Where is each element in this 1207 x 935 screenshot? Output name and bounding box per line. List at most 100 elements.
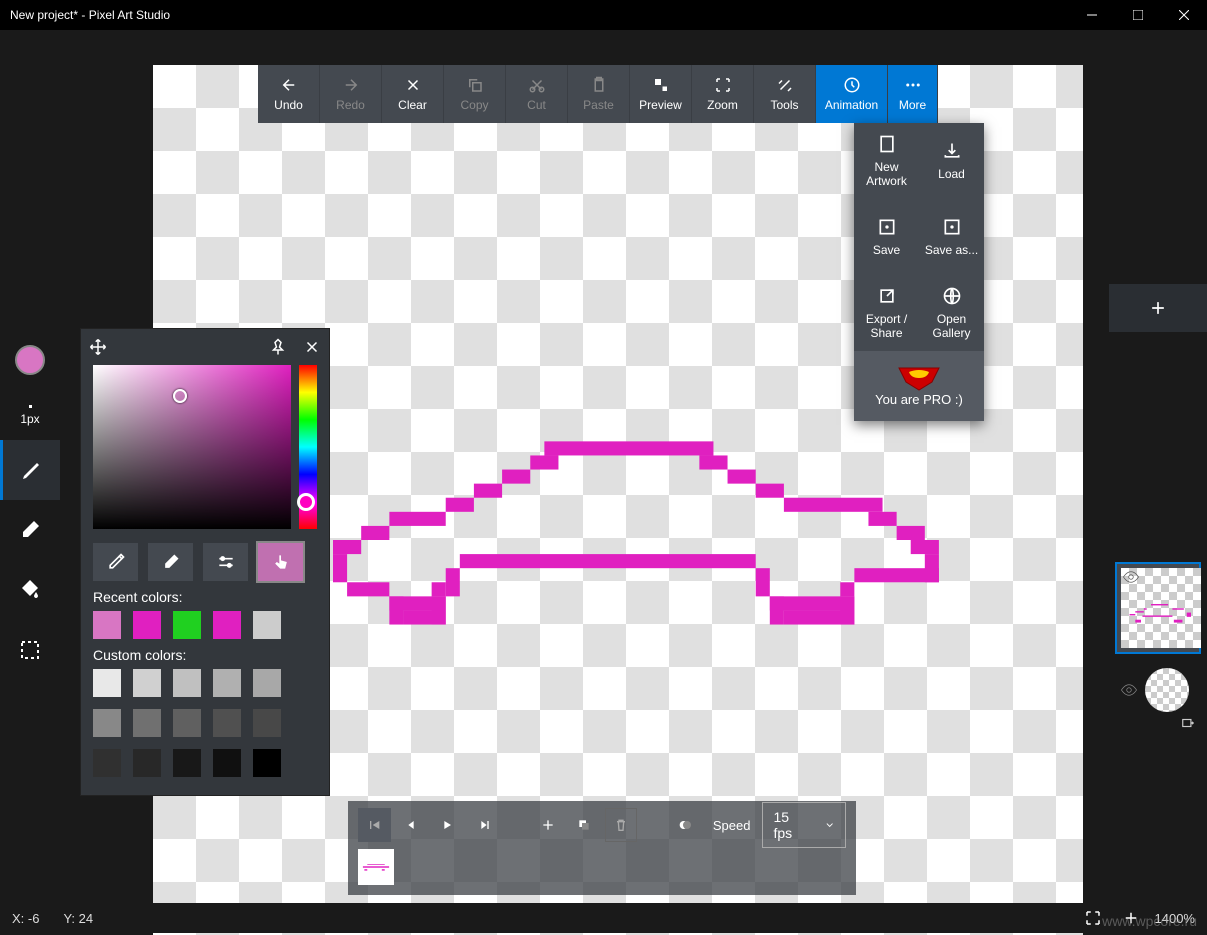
brush-size-button[interactable]: 1px [0, 390, 60, 440]
sv-cursor [173, 389, 187, 403]
save-button[interactable]: Save [854, 199, 919, 275]
export-icon[interactable] [1179, 716, 1197, 730]
load-button[interactable]: Load [919, 123, 984, 199]
zoom-button[interactable]: Zoom [692, 65, 754, 123]
current-color-swatch [15, 345, 45, 375]
color-swatch[interactable] [173, 669, 201, 697]
color-swatch[interactable] [213, 749, 241, 777]
color-swatch[interactable] [133, 611, 161, 639]
color-swatch[interactable] [213, 611, 241, 639]
color-swatch[interactable] [213, 709, 241, 737]
paste-button[interactable]: Paste [568, 65, 630, 123]
save-as-label: Save as... [925, 243, 978, 257]
tools-button[interactable]: Tools [754, 65, 816, 123]
move-icon[interactable] [89, 338, 107, 356]
pixel-art-drawing [333, 440, 953, 645]
eye-icon[interactable] [1121, 568, 1141, 586]
cut-label: Cut [527, 98, 546, 112]
first-frame-button[interactable] [358, 808, 391, 842]
redo-button[interactable]: Redo [320, 65, 382, 123]
frame-thumbnail[interactable] [358, 849, 394, 885]
erase-color-button[interactable] [148, 543, 193, 581]
left-toolbar: 1px [0, 330, 60, 680]
brush-size-label: 1px [20, 412, 39, 426]
eyedropper-button[interactable] [93, 543, 138, 581]
preview-button[interactable]: Preview [630, 65, 692, 123]
color-swatch[interactable] [173, 611, 201, 639]
save-label: Save [873, 243, 900, 257]
close-panel-icon[interactable] [303, 338, 321, 356]
open-gallery-button[interactable]: Open Gallery [919, 275, 984, 351]
eye-icon[interactable] [1119, 681, 1139, 699]
color-swatch[interactable] [173, 709, 201, 737]
add-frame-button[interactable] [531, 808, 564, 842]
load-label: Load [938, 167, 965, 181]
new-artwork-label: New Artwork [854, 160, 919, 188]
brush-dot-icon [29, 405, 32, 408]
color-swatch[interactable] [93, 749, 121, 777]
select-tool-button[interactable] [0, 620, 60, 680]
color-swatch[interactable] [213, 669, 241, 697]
duplicate-frame-button[interactable] [568, 808, 601, 842]
copy-label: Copy [460, 98, 488, 112]
more-label: More [899, 98, 926, 112]
saturation-value-picker[interactable] [93, 365, 291, 529]
maximize-button[interactable] [1115, 0, 1161, 30]
pro-status[interactable]: You are PRO :) [854, 351, 984, 421]
export-share-button[interactable]: Export / Share [854, 275, 919, 351]
touch-mode-button[interactable] [258, 543, 303, 581]
superman-icon [897, 366, 941, 392]
close-button[interactable] [1161, 0, 1207, 30]
color-swatch[interactable] [253, 749, 281, 777]
layer-item[interactable] [1115, 562, 1201, 654]
watermark: www.wpcore.ru [1102, 913, 1197, 929]
color-swatch[interactable] [133, 749, 161, 777]
pro-label: You are PRO :) [875, 392, 963, 407]
sliders-button[interactable] [203, 543, 248, 581]
frame-strip [348, 849, 856, 885]
animation-button[interactable]: Animation [816, 65, 888, 123]
more-dropdown: New Artwork Load Save Save as... Export … [854, 123, 984, 421]
fps-selector[interactable]: 15 fps [762, 802, 846, 848]
color-indicator-button[interactable] [0, 330, 60, 390]
eraser-tool-button[interactable] [0, 500, 60, 560]
color-swatch[interactable] [93, 669, 121, 697]
next-frame-button[interactable] [468, 808, 501, 842]
undo-button[interactable]: Undo [258, 65, 320, 123]
onion-skin-button[interactable] [668, 808, 701, 842]
prev-frame-button[interactable] [395, 808, 428, 842]
add-layer-button[interactable] [1109, 284, 1207, 332]
animation-bar: Speed 15 fps [348, 801, 856, 895]
color-swatch[interactable] [93, 709, 121, 737]
clear-button[interactable]: Clear [382, 65, 444, 123]
copy-button[interactable]: Copy [444, 65, 506, 123]
more-button[interactable]: More [888, 65, 938, 123]
color-swatch[interactable] [93, 611, 121, 639]
layer-item[interactable] [1115, 664, 1201, 739]
fill-tool-button[interactable] [0, 560, 60, 620]
redo-label: Redo [336, 98, 365, 112]
cursor-x: X: -6 [12, 911, 39, 926]
play-button[interactable] [431, 808, 464, 842]
color-swatch[interactable] [253, 611, 281, 639]
pencil-tool-button[interactable] [0, 440, 60, 500]
hue-slider[interactable] [299, 365, 317, 529]
color-swatch[interactable] [253, 669, 281, 697]
chevron-down-icon [824, 819, 835, 831]
color-swatch[interactable] [133, 669, 161, 697]
color-swatch[interactable] [173, 749, 201, 777]
undo-label: Undo [274, 98, 303, 112]
delete-frame-button[interactable] [605, 808, 638, 842]
minimize-button[interactable] [1069, 0, 1115, 30]
bg-layer-swatch [1145, 668, 1189, 712]
color-swatch[interactable] [253, 709, 281, 737]
zoom-label: Zoom [707, 98, 738, 112]
cut-button[interactable]: Cut [506, 65, 568, 123]
custom-colors-label: Custom colors: [93, 647, 317, 663]
color-swatch[interactable] [133, 709, 161, 737]
speed-label: Speed [713, 818, 751, 833]
pin-icon[interactable] [269, 338, 287, 356]
main-toolbar: Undo Redo Clear Copy Cut Paste Preview Z… [258, 65, 938, 123]
save-as-button[interactable]: Save as... [919, 199, 984, 275]
new-artwork-button[interactable]: New Artwork [854, 123, 919, 199]
